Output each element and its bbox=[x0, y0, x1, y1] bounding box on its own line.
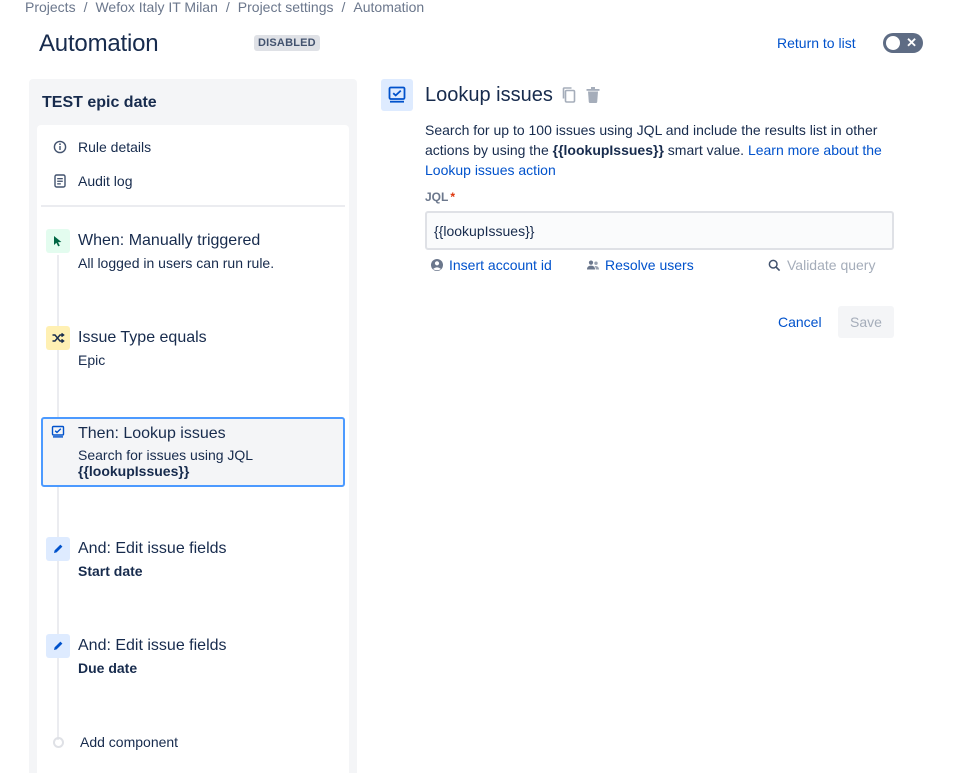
breadcrumb-project[interactable]: Wefox Italy IT Milan bbox=[95, 0, 217, 15]
breadcrumb-separator: / bbox=[341, 0, 346, 15]
document-icon bbox=[52, 174, 68, 188]
add-component-label: Add component bbox=[80, 734, 179, 750]
component-subtitle: Start date bbox=[78, 563, 143, 579]
user-circle-icon bbox=[430, 258, 444, 272]
component-title: Then: Lookup issues bbox=[78, 425, 226, 442]
close-icon: ✕ bbox=[906, 35, 917, 50]
jql-label: JQL * bbox=[425, 190, 455, 204]
lookup-icon bbox=[381, 79, 413, 111]
component-subtitle: All logged in users can run rule. bbox=[78, 255, 275, 271]
return-to-list-link[interactable]: Return to list bbox=[777, 35, 856, 51]
pencil-icon bbox=[46, 537, 70, 561]
validate-query-button[interactable]: Validate query bbox=[768, 257, 875, 273]
component-smart-value: {{lookupIssues}} bbox=[78, 463, 190, 479]
component-title: Issue Type equals bbox=[78, 329, 207, 346]
page-title: Automation bbox=[39, 30, 159, 57]
info-icon bbox=[52, 140, 68, 154]
resolve-users-label: Resolve users bbox=[605, 257, 694, 273]
status-badge: DISABLED bbox=[254, 35, 320, 51]
pencil-icon bbox=[46, 634, 70, 658]
divider bbox=[41, 205, 345, 207]
add-component-button[interactable]: Add component bbox=[52, 734, 178, 750]
component-edit-start-date[interactable]: And: Edit issue fields Start date bbox=[41, 534, 345, 584]
search-icon bbox=[768, 259, 781, 272]
component-subtitle: Epic bbox=[78, 352, 106, 368]
component-condition[interactable]: Issue Type equals Epic bbox=[41, 323, 345, 373]
rule-enable-toggle[interactable]: ✕ bbox=[883, 33, 923, 53]
component-edit-due-date[interactable]: And: Edit issue fields Due date bbox=[41, 631, 345, 681]
rule-component-list: Rule details Audit log When: Manually tr… bbox=[37, 125, 349, 773]
description-text-after: smart value. bbox=[663, 142, 748, 158]
detail-description: Search for up to 100 issues using JQL an… bbox=[425, 120, 895, 180]
breadcrumb-separator: / bbox=[83, 0, 88, 15]
lookup-icon bbox=[46, 420, 70, 444]
jql-input[interactable] bbox=[425, 211, 894, 250]
people-icon bbox=[586, 258, 600, 272]
rule-panel: TEST epic date Rule details Audit log Wh… bbox=[29, 79, 357, 773]
component-title: When: Manually triggered bbox=[78, 232, 261, 249]
component-lookup-issues[interactable]: Then: Lookup issues Search for issues us… bbox=[41, 417, 345, 487]
breadcrumb-automation[interactable]: Automation bbox=[353, 0, 424, 15]
breadcrumb-projects[interactable]: Projects bbox=[25, 0, 76, 15]
rule-details-label: Rule details bbox=[78, 139, 152, 155]
trash-icon[interactable] bbox=[585, 86, 601, 109]
toggle-knob bbox=[886, 36, 900, 50]
component-trigger[interactable]: When: Manually triggered All logged in u… bbox=[41, 226, 345, 276]
cursor-icon bbox=[46, 229, 70, 253]
resolve-users-button[interactable]: Resolve users bbox=[586, 257, 694, 273]
jql-label-text: JQL bbox=[425, 190, 449, 204]
breadcrumb-separator: / bbox=[225, 0, 230, 15]
description-smart-value: {{lookupIssues}} bbox=[552, 142, 664, 158]
breadcrumb-project-settings[interactable]: Project settings bbox=[238, 0, 334, 15]
validate-query-label: Validate query bbox=[787, 257, 876, 273]
audit-log-label: Audit log bbox=[78, 173, 133, 189]
component-subtitle: Due date bbox=[78, 660, 138, 676]
component-title: And: Edit issue fields bbox=[78, 637, 227, 654]
component-subtitle: Search for issues using JQL bbox=[78, 447, 254, 463]
required-marker: * bbox=[450, 190, 456, 204]
add-circle-icon bbox=[53, 736, 64, 748]
rule-details-item[interactable]: Rule details bbox=[52, 137, 151, 157]
breadcrumb: Projects / Wefox Italy IT Milan / Project se… bbox=[25, 0, 424, 15]
rule-name: TEST epic date bbox=[42, 94, 157, 111]
shuffle-icon bbox=[46, 326, 70, 350]
insert-account-id-label: Insert account id bbox=[449, 257, 552, 273]
audit-log-item[interactable]: Audit log bbox=[52, 171, 132, 191]
component-title: And: Edit issue fields bbox=[78, 540, 227, 557]
cancel-button[interactable]: Cancel bbox=[769, 306, 831, 338]
insert-account-id-button[interactable]: Insert account id bbox=[430, 257, 552, 273]
detail-title: Lookup issues bbox=[425, 84, 553, 106]
copy-icon[interactable] bbox=[561, 86, 577, 109]
save-button[interactable]: Save bbox=[838, 306, 894, 338]
